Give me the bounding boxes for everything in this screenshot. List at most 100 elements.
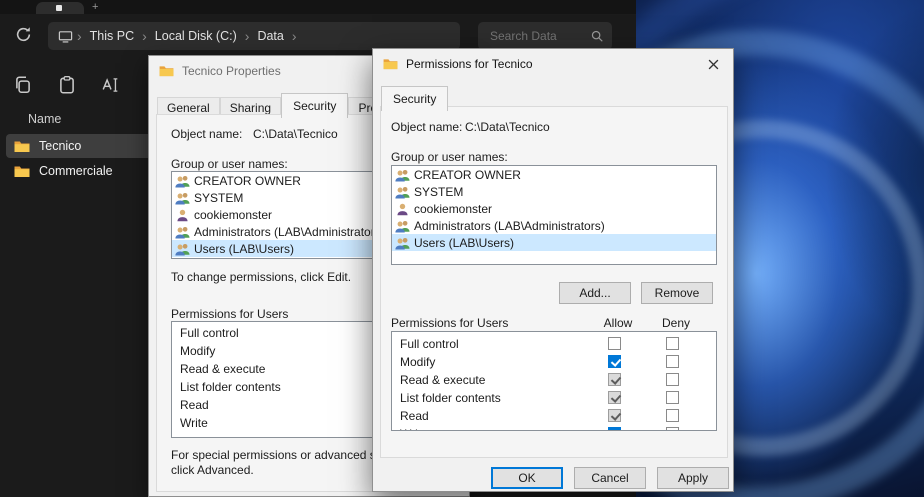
group-name: SYSTEM — [414, 185, 463, 199]
search-input[interactable] — [488, 28, 590, 44]
permission-name: Read — [400, 409, 429, 423]
deny-checkbox[interactable] — [666, 373, 679, 386]
user-icon — [395, 202, 410, 216]
allow-checkbox[interactable] — [608, 391, 621, 404]
deny-checkbox[interactable] — [666, 427, 679, 431]
permission-name: Write — [180, 416, 208, 430]
deny-column-header: Deny — [653, 316, 699, 330]
perm-group-list[interactable]: CREATOR OWNER SYSTEM cookiemonster Administ… — [391, 165, 717, 265]
deny-checkbox[interactable] — [666, 355, 679, 368]
edit-hint: To change permissions, click Edit. — [171, 270, 351, 284]
breadcrumb-chevron-icon: › — [243, 30, 252, 42]
name-column-header[interactable]: Name — [28, 112, 61, 126]
permission-row[interactable]: Write — [392, 425, 716, 431]
group-name: CREATOR OWNER — [414, 168, 521, 182]
breadcrumb-chevron-icon: › — [290, 30, 299, 42]
this-pc-icon — [58, 29, 73, 44]
group-icon — [175, 191, 190, 205]
deny-checkbox[interactable] — [666, 337, 679, 350]
allow-checkbox[interactable] — [608, 427, 621, 431]
group-item[interactable]: Administrators (LAB\Administrators) — [392, 217, 716, 234]
object-name-label: Object name: — [171, 127, 242, 141]
group-list-label: Group or user names: — [391, 150, 508, 164]
permissions-dialog-titlebar[interactable]: Permissions for Tecnico — [373, 49, 733, 79]
tab-security[interactable]: Security — [281, 93, 348, 118]
permission-name: Read — [180, 398, 209, 412]
file-row[interactable]: Tecnico — [6, 134, 162, 158]
group-item[interactable]: Users (LAB\Users) — [392, 234, 716, 251]
object-name-value: C:\Data\Tecnico — [465, 120, 550, 134]
remove-button[interactable]: Remove — [641, 282, 713, 304]
allow-checkbox[interactable] — [608, 373, 621, 386]
group-name: Administrators (LAB\Administrators) — [414, 219, 605, 233]
permission-name: Write — [400, 427, 428, 431]
copy-icon[interactable] — [10, 74, 36, 98]
group-name: CREATOR OWNER — [194, 174, 301, 188]
group-icon — [175, 242, 190, 256]
group-icon — [395, 185, 410, 199]
file-list: Tecnico Commerciale — [6, 134, 162, 184]
permissions-label: Permissions for Users — [391, 316, 508, 330]
search-box[interactable] — [478, 22, 612, 50]
file-row[interactable]: Commerciale — [6, 159, 162, 183]
breadcrumb-item[interactable]: Local Disk (C:) — [149, 29, 243, 43]
breadcrumb-chevron-icon: › — [140, 30, 149, 42]
breadcrumb-item[interactable]: Data — [251, 29, 289, 43]
add-button[interactable]: Add... — [559, 282, 631, 304]
permission-row[interactable]: Modify — [392, 353, 716, 371]
allow-checkbox[interactable] — [608, 409, 621, 422]
cancel-button[interactable]: Cancel — [574, 467, 646, 489]
deny-checkbox[interactable] — [666, 409, 679, 422]
allow-checkbox[interactable] — [608, 337, 621, 350]
rename-icon[interactable] — [98, 74, 124, 98]
group-item[interactable]: SYSTEM — [392, 183, 716, 200]
dialog-title: Permissions for Tecnico — [406, 57, 533, 71]
breadcrumb: ›This PC›Local Disk (C:)›Data› — [75, 29, 299, 43]
allow-checkbox[interactable] — [608, 355, 621, 368]
permission-name: Read & execute — [400, 373, 485, 387]
group-item[interactable]: cookiemonster — [392, 200, 716, 217]
permission-row[interactable]: Full control — [392, 335, 716, 353]
explorer-tab-strip: + — [0, 0, 636, 14]
permission-name: Modify — [400, 355, 435, 369]
search-icon — [590, 29, 604, 43]
permission-name: Full control — [180, 326, 239, 340]
tab-favicon-icon — [56, 5, 62, 11]
permissions-table[interactable]: Full control Modify Read & execute List fol… — [391, 331, 717, 431]
breadcrumb-chevron-icon: › — [75, 30, 84, 42]
group-icon — [395, 236, 410, 250]
group-icon — [175, 174, 190, 188]
group-name: Users (LAB\Users) — [194, 242, 294, 256]
file-name: Commerciale — [39, 164, 113, 178]
address-bar[interactable]: ›This PC›Local Disk (C:)›Data› — [48, 22, 460, 50]
refresh-icon[interactable] — [12, 25, 34, 47]
permission-row[interactable]: Read & execute — [392, 371, 716, 389]
group-name: SYSTEM — [194, 191, 243, 205]
allow-column-header: Allow — [595, 316, 641, 330]
permission-name: List folder contents — [180, 380, 281, 394]
new-tab-button[interactable]: + — [92, 0, 98, 14]
object-name-value: C:\Data\Tecnico — [253, 127, 338, 141]
folder-icon — [383, 58, 398, 70]
group-name: Administrators (LAB\Administrators) — [194, 225, 385, 239]
ok-button[interactable]: OK — [491, 467, 563, 489]
permission-row[interactable]: List folder contents — [392, 389, 716, 407]
explorer-tab[interactable] — [36, 2, 84, 14]
group-name: Users (LAB\Users) — [414, 236, 514, 250]
group-list-label: Group or user names: — [171, 157, 288, 171]
group-name: cookiemonster — [414, 202, 492, 216]
permission-name: Read & execute — [180, 362, 265, 376]
close-icon[interactable] — [698, 54, 728, 74]
breadcrumb-item[interactable]: This PC — [84, 29, 140, 43]
group-item[interactable]: CREATOR OWNER — [392, 166, 716, 183]
dialog-title: Tecnico Properties — [182, 64, 281, 78]
deny-checkbox[interactable] — [666, 391, 679, 404]
group-name: cookiemonster — [194, 208, 272, 222]
group-icon — [395, 219, 410, 233]
tab-security[interactable]: Security — [381, 86, 448, 111]
apply-button[interactable]: Apply — [657, 467, 729, 489]
folder-icon — [159, 65, 174, 77]
permission-row[interactable]: Read — [392, 407, 716, 425]
group-icon — [175, 225, 190, 239]
paste-icon[interactable] — [54, 74, 80, 98]
